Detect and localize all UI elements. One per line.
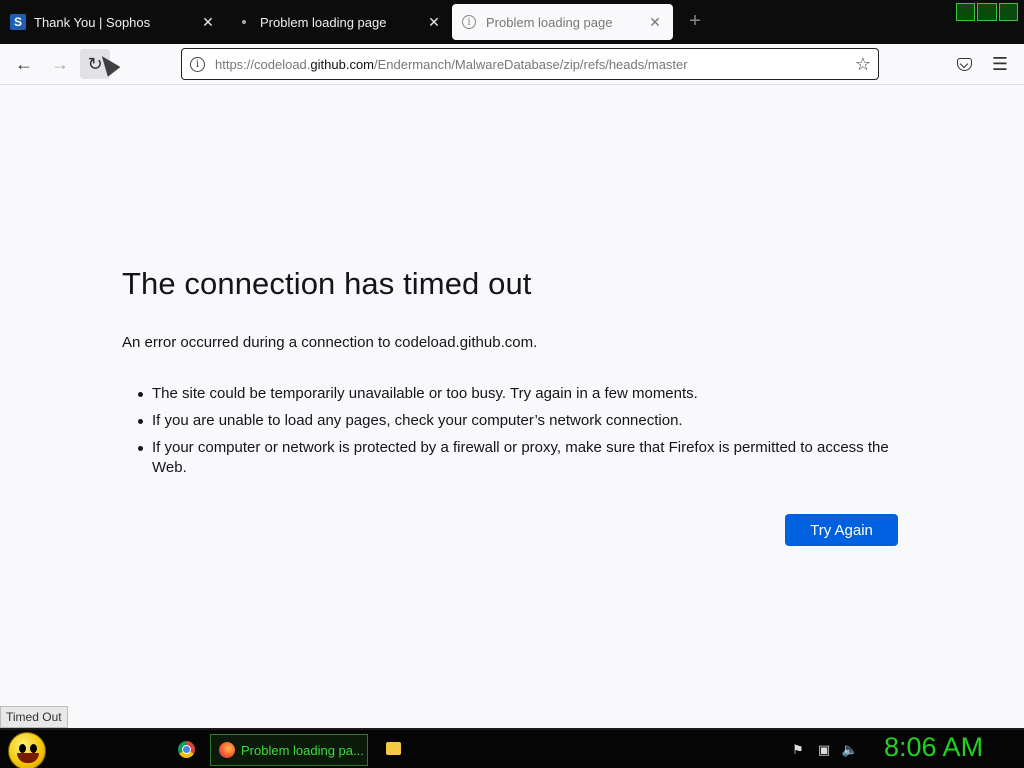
- error-title: The connection has timed out: [122, 266, 532, 301]
- pocket-icon[interactable]: [949, 49, 979, 79]
- tab-title: Problem loading page: [260, 14, 387, 30]
- error-description: An error occurred during a connection to…: [122, 334, 538, 351]
- action-center-flag-icon[interactable]: ⚑: [790, 742, 806, 758]
- close-tab-icon[interactable]: ✕: [426, 14, 442, 30]
- start-smiley-icon[interactable]: [8, 732, 46, 768]
- tab-sophos[interactable]: S Thank You | Sophos ✕: [0, 4, 226, 40]
- loading-dot-icon: [236, 20, 252, 24]
- system-tray: ⚑ ▣ 🔈: [790, 742, 858, 758]
- tab-strip: S Thank You | Sophos ✕ Problem loading p…: [0, 0, 1024, 44]
- close-tab-icon[interactable]: ✕: [647, 14, 663, 30]
- list-item: The site could be temporarily unavailabl…: [138, 384, 898, 404]
- url-host: github.com: [310, 56, 374, 72]
- try-again-button[interactable]: Try Again: [785, 514, 898, 546]
- window-controls[interactable]: [956, 3, 1018, 21]
- url-path: /Endermanch/MalwareDatabase/zip/refs/hea…: [374, 56, 688, 72]
- error-suggestions: The site could be temporarily unavailabl…: [138, 384, 898, 485]
- navigation-toolbar: ← → ↻ i https://codeload.github.com/Ende…: [0, 44, 1024, 85]
- url-prefix: https://codeload.: [215, 56, 311, 72]
- error-page: The connection has timed out An error oc…: [0, 85, 1024, 728]
- clock[interactable]: 8:06 AM: [884, 732, 983, 763]
- site-info-icon[interactable]: i: [190, 56, 205, 72]
- chrome-icon[interactable]: [178, 741, 195, 758]
- url-text[interactable]: https://codeload.github.com/Endermanch/M…: [215, 57, 848, 72]
- volume-icon[interactable]: 🔈: [842, 742, 858, 758]
- sophos-favicon-icon: S: [10, 14, 26, 30]
- taskbar-firefox-task[interactable]: Problem loading pa...: [210, 734, 368, 766]
- back-arrow-icon[interactable]: ←: [9, 49, 39, 79]
- tab-problem-loading-active[interactable]: i Problem loading page ✕: [452, 4, 673, 40]
- bookmark-star-icon[interactable]: ☆: [848, 49, 878, 79]
- network-icon[interactable]: ▣: [816, 742, 832, 758]
- tab-title: Thank You | Sophos: [34, 14, 151, 30]
- taskbar: Problem loading pa... ⚑ ▣ 🔈 8:06 AM: [0, 728, 1024, 768]
- url-bar[interactable]: i https://codeload.github.com/Endermanch…: [181, 48, 879, 80]
- folder-icon[interactable]: [386, 742, 401, 755]
- info-icon: i: [462, 15, 476, 29]
- tab-title: Problem loading page: [486, 14, 613, 30]
- tab-problem-loading-1[interactable]: Problem loading page ✕: [226, 4, 452, 40]
- list-item: If you are unable to load any pages, che…: [138, 411, 898, 431]
- forward-arrow-icon[interactable]: →: [45, 49, 75, 79]
- status-tooltip: Timed Out: [0, 706, 68, 728]
- new-tab-plus-icon[interactable]: +: [684, 10, 706, 32]
- hamburger-menu-icon[interactable]: ☰: [985, 49, 1015, 79]
- list-item: If your computer or network is protected…: [138, 438, 898, 478]
- firefox-icon: [219, 742, 235, 758]
- close-tab-icon[interactable]: ✕: [200, 14, 216, 30]
- taskbar-task-label: Problem loading pa...: [241, 742, 364, 758]
